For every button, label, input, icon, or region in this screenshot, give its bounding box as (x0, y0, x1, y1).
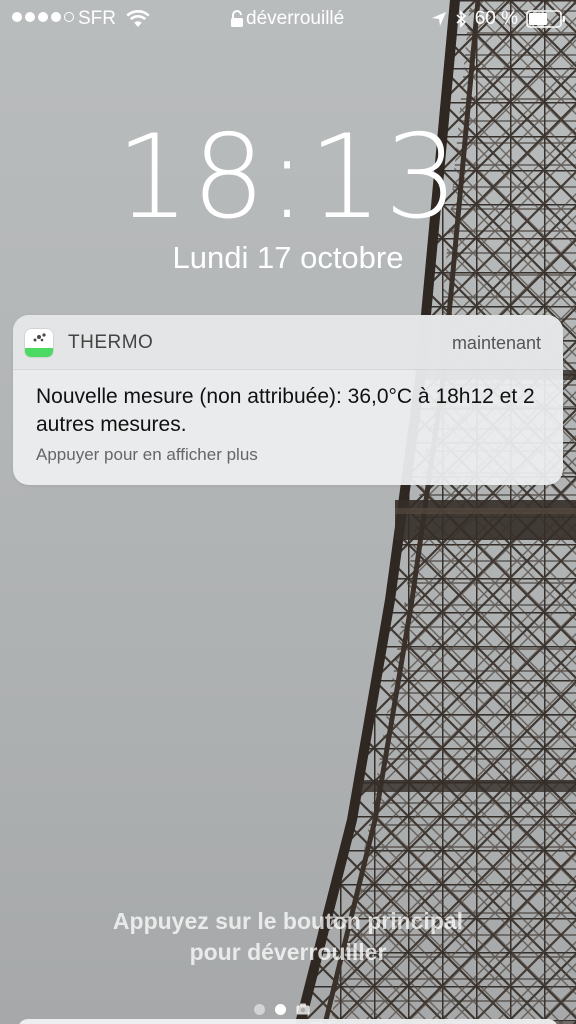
unlock-instructions: Appuyez sur le bouton principal pour dév… (0, 906, 576, 968)
next-notification-card-peek[interactable] (18, 1019, 558, 1024)
notification-header: THERMO maintenant (13, 315, 563, 370)
lock-screen: SFR déverrouillé 60 % 18:13 Lundi 17 oct… (0, 0, 576, 1024)
notification-card[interactable]: THERMO maintenant Nouvelle mesure (non a… (13, 315, 563, 485)
battery-icon (526, 10, 565, 28)
status-bar: SFR déverrouillé 60 % (0, 0, 576, 38)
wifi-icon (126, 10, 150, 27)
notification-message: Nouvelle mesure (non attribuée): 36,0°C … (36, 385, 535, 436)
carrier-name: SFR (78, 8, 116, 29)
notification-time: maintenant (451, 333, 541, 353)
lock-status-text: déverrouillé (246, 8, 345, 29)
camera-icon (296, 1003, 310, 1015)
battery-percent: 60 % (474, 8, 518, 29)
page-dot-active (275, 1003, 286, 1015)
page-dot (254, 1003, 265, 1015)
notification-expand-hint: Appuyer pour en afficher plus (36, 445, 258, 464)
notification-app-name: THERMO (68, 332, 154, 353)
lock-status: déverrouillé (230, 8, 344, 30)
thermo-app-icon (25, 329, 53, 357)
right-status-group: 60 % (431, 8, 566, 30)
lock-screen-clock: 18:13 (115, 110, 461, 245)
bluetooth-icon (456, 10, 466, 28)
unlock-instructions-line1: Appuyez sur le bouton principal (112, 908, 464, 934)
app-icon-accent-band (25, 348, 53, 357)
padlock-icon (231, 10, 243, 27)
page-indicator[interactable] (254, 1003, 310, 1015)
signal-strength-indicator (12, 12, 74, 22)
lock-screen-date: Lundi 17 octobre (172, 240, 404, 275)
unlock-instructions-line2: pour déverrouiller (189, 939, 387, 965)
location-arrow-icon (431, 12, 446, 26)
